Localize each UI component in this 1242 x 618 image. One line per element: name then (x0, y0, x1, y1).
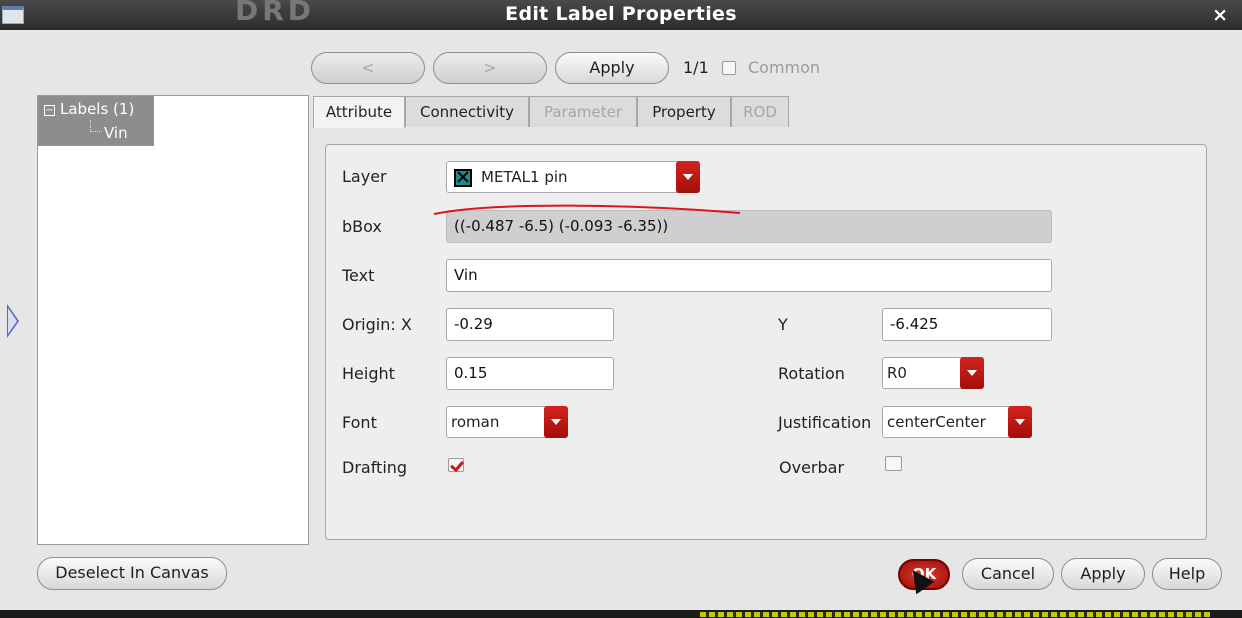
deselect-in-canvas-button[interactable]: Deselect In Canvas (37, 557, 227, 590)
justification-value: centerCenter (887, 413, 986, 431)
y-field[interactable]: -6.425 (882, 308, 1052, 341)
tree-branch-line (90, 120, 102, 132)
dropdown-arrow-icon[interactable] (676, 161, 700, 193)
dropdown-arrow-icon[interactable] (544, 406, 568, 438)
text-label: Text (342, 266, 375, 285)
bbox-label: bBox (342, 217, 382, 236)
collapse-icon[interactable]: − (44, 105, 55, 116)
height-field[interactable]: 0.15 (446, 357, 614, 390)
overbar-label: Overbar (779, 458, 845, 477)
previous-button[interactable]: < (311, 52, 425, 84)
justification-label: Justification (778, 413, 872, 432)
window-title: Edit Label Properties (505, 3, 737, 25)
tab-parameter[interactable]: Parameter (529, 96, 637, 127)
drafting-checkbox[interactable] (448, 458, 464, 472)
expand-handle-icon[interactable] (7, 304, 19, 338)
drafting-label: Drafting (342, 458, 408, 477)
red-annotation-stroke (433, 204, 741, 215)
rotation-dropdown[interactable]: R0 (882, 357, 984, 389)
taskbar-glitch (700, 612, 1210, 617)
close-icon[interactable]: × (1212, 4, 1228, 26)
tree-root-labels[interactable]: Labels (1) (60, 100, 134, 118)
text-field[interactable]: Vin (446, 259, 1052, 292)
origin-x-field[interactable]: -0.29 (446, 308, 614, 341)
common-checkbox[interactable] (722, 61, 736, 75)
layer-value: METAL1 pin (481, 168, 568, 186)
dropdown-arrow-icon[interactable] (1008, 406, 1032, 438)
tab-connectivity[interactable]: Connectivity (405, 96, 529, 127)
font-label: Font (342, 413, 377, 432)
help-button[interactable]: Help (1152, 558, 1222, 590)
dropdown-arrow-icon[interactable] (960, 357, 984, 389)
layer-label: Layer (342, 167, 387, 186)
height-label: Height (342, 364, 395, 383)
title-bar: DRD Edit Label Properties × (0, 0, 1242, 30)
tab-property[interactable]: Property (637, 96, 731, 127)
item-counter: 1/1 (683, 58, 709, 77)
tab-attribute[interactable]: Attribute (313, 96, 405, 128)
common-label: Common (748, 58, 821, 77)
cancel-button[interactable]: Cancel (962, 558, 1054, 590)
origin-x-label: Origin: X (342, 315, 412, 334)
overbar-checkbox[interactable] (885, 456, 902, 471)
label-tree: − Labels (1) Vin (37, 95, 309, 545)
justification-dropdown[interactable]: centerCenter (882, 406, 1032, 438)
tree-item-vin[interactable]: Vin (104, 124, 128, 142)
apply-top-button[interactable]: Apply (555, 52, 669, 84)
rotation-value: R0 (887, 364, 907, 382)
apply-button[interactable]: Apply (1061, 558, 1145, 590)
rotation-label: Rotation (778, 364, 845, 383)
layer-dropdown[interactable]: METAL1 pin (446, 161, 700, 193)
tab-rod[interactable]: ROD (731, 96, 789, 127)
next-button[interactable]: > (433, 52, 547, 84)
font-value: roman (451, 413, 500, 431)
taskbar-strip (0, 610, 1242, 618)
font-dropdown[interactable]: roman (446, 406, 568, 438)
y-label: Y (778, 315, 788, 334)
layer-color-icon (454, 169, 472, 187)
